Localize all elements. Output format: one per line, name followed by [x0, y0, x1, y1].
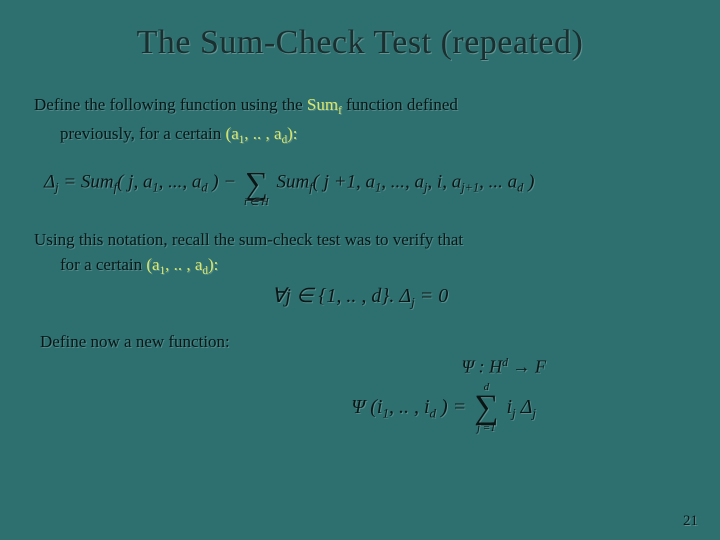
text: , ..., a: [381, 172, 424, 193]
delta: Δ: [516, 396, 533, 418]
psi: Ψ (i: [351, 396, 382, 418]
text: , .. , a: [244, 124, 281, 143]
sigma-glyph: ∑: [474, 393, 498, 424]
text: Sum: [307, 95, 338, 114]
text: ∈ {1, .. ,: [291, 285, 371, 307]
text: for a certain: [60, 255, 146, 274]
slide: The Sum-Check Test (repeated) Define the…: [0, 0, 720, 434]
equation-psi-type: Ψ : Hd → F: [34, 356, 686, 377]
paragraph-1-line2: previously, for a certain (a1, .. , ad):: [34, 123, 686, 148]
slide-title: The Sum-Check Test (repeated): [34, 24, 686, 62]
sigma-symbol: d∑j =1: [474, 383, 498, 433]
sum-fn: Sum: [276, 172, 309, 193]
delta-symbol: Δ: [44, 172, 55, 193]
text: }. Δ: [381, 285, 411, 307]
equation-forall: ∀j ∈ {1, .. , d}. Δj = 0: [34, 283, 686, 311]
highlight-sumf: Sumf: [307, 95, 342, 114]
psi-type: Ψ : H: [462, 356, 503, 376]
text: , ... a: [479, 172, 517, 193]
text: Define the following function using the: [34, 95, 307, 114]
paragraph-3: Define now a new function:: [40, 331, 686, 352]
sigma-symbol: ∑i ∈ H: [244, 159, 269, 207]
arrow: → F: [508, 356, 546, 376]
sigma-glyph: ∑: [244, 169, 269, 198]
text: , i, a: [427, 172, 461, 193]
var-d: d: [371, 285, 381, 307]
subscript-j: j: [532, 406, 536, 421]
text: previously, for a certain: [60, 124, 226, 143]
sum-fn: Sum: [81, 172, 114, 193]
text: function defined: [342, 95, 458, 114]
highlight-tuple: (a1, .. , ad):: [226, 124, 298, 143]
args: ( j +1, a: [313, 172, 375, 193]
forall-symbol: ∀: [272, 285, 286, 307]
text: = 0: [415, 285, 449, 307]
sigma-lower: j =1: [474, 424, 498, 434]
paragraph-1: Define the following function using the …: [34, 94, 686, 119]
subscript-jplus1: j+1: [461, 181, 479, 195]
text: , ..., a: [159, 172, 202, 193]
text: (a: [226, 124, 239, 143]
paragraph-2: Using this notation, recall the sum-chec…: [34, 229, 686, 250]
text: , .. , i: [389, 396, 430, 418]
equals: =: [59, 172, 81, 193]
text: ):: [208, 255, 218, 274]
page-number: 21: [683, 513, 698, 530]
equation-psi-def: Ψ (i1, .. , id ) = d∑j =1 ij Δj: [34, 383, 686, 433]
text: ):: [287, 124, 297, 143]
text: ) =: [436, 396, 471, 418]
text: ) −: [208, 172, 241, 193]
text: ): [523, 172, 534, 193]
sigma-lower: i ∈ H: [244, 198, 269, 207]
paragraph-2-line2: for a certain (a1, .. , ad):: [34, 254, 686, 279]
text: , .. , a: [165, 255, 202, 274]
equation-delta-def: Δj = Sumf( j, a1, ..., ad ) − ∑i ∈ H Sum…: [44, 159, 686, 207]
text: (a: [146, 255, 159, 274]
highlight-tuple: (a1, .. , ad):: [146, 255, 218, 274]
args: ( j, a: [117, 172, 152, 193]
